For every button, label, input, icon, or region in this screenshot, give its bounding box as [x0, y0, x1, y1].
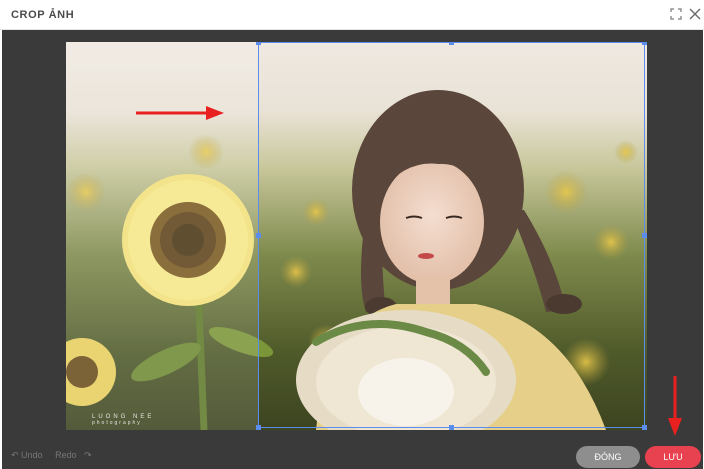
close-button[interactable]: ĐÓNG: [576, 446, 640, 468]
crop-image: LUONG NEE photography: [66, 42, 647, 430]
close-icon: [689, 8, 701, 20]
redo-label: Redo: [55, 450, 77, 460]
undo-button[interactable]: ↶ Undo: [11, 450, 48, 460]
outside-crop-overlay: [66, 42, 258, 430]
crop-handle-top[interactable]: [449, 42, 454, 45]
crop-handle-bottom-right[interactable]: [642, 425, 647, 430]
crop-handle-left[interactable]: [256, 233, 261, 238]
undo-redo-group: ↶ Undo Redo ↷: [11, 450, 97, 461]
modal-title: CROP ẢNH: [11, 9, 75, 21]
crop-handle-top-left[interactable]: [256, 42, 261, 45]
modal-header: CROP ẢNH: [0, 0, 704, 30]
undo-label: Undo: [21, 450, 43, 460]
crop-selection-box[interactable]: [256, 42, 647, 430]
expand-button[interactable]: [669, 7, 683, 21]
crop-handle-bottom[interactable]: [449, 425, 454, 430]
crop-handle-right[interactable]: [642, 233, 647, 238]
modal-footer: ↶ Undo Redo ↷ ĐÓNG LƯU: [2, 438, 703, 469]
expand-icon: [670, 8, 682, 20]
close-modal-button[interactable]: [688, 7, 702, 21]
save-button[interactable]: LƯU: [645, 446, 701, 468]
watermark-subtitle: photography: [92, 420, 142, 426]
crop-handle-top-right[interactable]: [642, 42, 647, 45]
redo-button[interactable]: Redo ↷: [55, 450, 92, 460]
crop-handle-bottom-left[interactable]: [256, 425, 261, 430]
photo-watermark: LUONG NEE photography: [92, 414, 154, 426]
crop-stage: LUONG NEE photography: [2, 30, 703, 438]
